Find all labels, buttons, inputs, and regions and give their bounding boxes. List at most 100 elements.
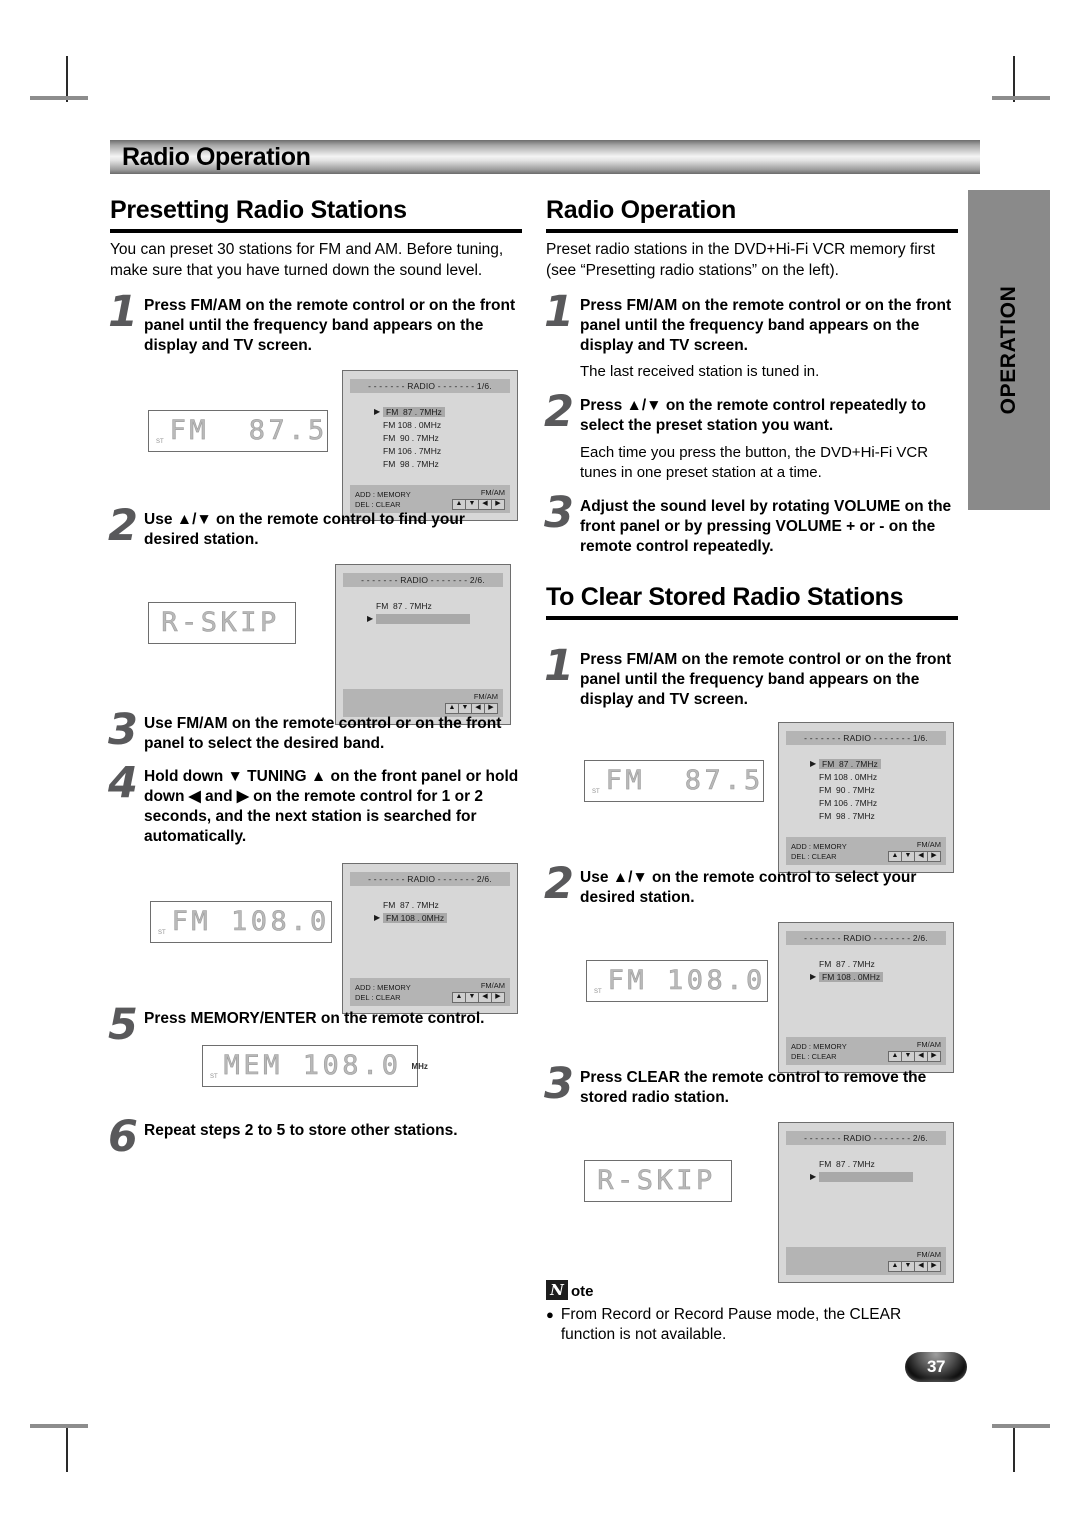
osd-station-row[interactable]: ▶ — [343, 612, 503, 625]
osd-station-list: FM 87 . 7MHz ▶ — [786, 1157, 946, 1241]
osd-station-row[interactable]: FM 90 . 7MHz — [350, 431, 510, 444]
vfd-segment-text: R-SKIP — [161, 607, 280, 638]
osd-station-row[interactable]: FM 98 . 7MHz — [786, 809, 946, 822]
osd-station-freq: FM 106 . 7MHz — [383, 445, 442, 456]
osd-station-row[interactable]: ▶ FM 87 . 7MHz — [786, 757, 946, 770]
right-step-2-note: Each time you press the button, the DVD+… — [580, 444, 929, 481]
vfd-display-mem-108-0: ST MEM 108.0 MHz — [202, 1045, 428, 1087]
osd-station-row[interactable]: FM 87 . 7MHz — [343, 599, 503, 612]
step-text: Press MEMORY/ENTER on the remote control… — [144, 1010, 485, 1027]
bullet-icon: ● — [546, 1307, 554, 1322]
osd-station-row[interactable]: FM 108 . 0MHz — [350, 418, 510, 431]
osd-footer-right: FM/AM ▲ ▼ ◀ ▶ — [452, 981, 505, 1003]
left-arrow-icon[interactable]: ◀ — [471, 703, 485, 714]
section-tab-operation: OPERATION — [968, 190, 1050, 510]
down-arrow-icon[interactable]: ▼ — [458, 703, 472, 714]
osd-station-row[interactable]: ▶ FM 108 . 0MHz — [350, 911, 510, 924]
osd-station-freq: FM 90 . 7MHz — [819, 784, 875, 795]
osd-station-row[interactable]: FM 90 . 7MHz — [786, 783, 946, 796]
vfd-display-fm-108-0: ST FM 108.0 — [150, 901, 332, 943]
right-arrow-icon[interactable]: ▶ — [927, 1261, 941, 1272]
osd-footer-right: FM/AM ▲ ▼ ◀ ▶ — [452, 488, 505, 510]
osd-del-hint: DEL : CLEAR — [791, 852, 837, 861]
osd-frame: - - - - - - - RADIO - - - - - - - 1/6. ▶… — [342, 370, 518, 521]
osd-station-row[interactable]: FM 87 . 7MHz — [786, 1157, 946, 1170]
vfd-segment-text: FM 108.0 — [607, 965, 766, 996]
down-arrow-icon[interactable]: ▼ — [901, 1261, 915, 1272]
up-arrow-icon[interactable]: ▲ — [452, 992, 466, 1003]
crop-mark-bottom-left — [66, 1426, 68, 1472]
osd-title: - - - - - - - RADIO - - - - - - - 2/6. — [343, 573, 503, 587]
osd-station-freq: FM 90 . 7MHz — [383, 432, 439, 443]
vfd-segment-text: FM 87.5 — [605, 765, 764, 796]
osd-del-hint: DEL : CLEAR — [355, 500, 401, 509]
osd-station-row[interactable]: FM 108 . 0MHz — [786, 770, 946, 783]
right-arrow-icon[interactable]: ▶ — [491, 992, 505, 1003]
up-arrow-icon[interactable]: ▲ — [888, 1051, 902, 1062]
osd-footer-right: FM/AM ▲ ▼ ◀ ▶ — [445, 692, 498, 714]
right-intro-paragraph: Preset radio stations in the DVD+Hi-Fi V… — [546, 241, 935, 279]
left-section-heading: Presetting Radio Stations — [110, 196, 522, 233]
osd-footer: ADD : MEMORY DEL : CLEAR FM/AM ▲ ▼ ◀ ▶ — [786, 1037, 946, 1065]
clear-step-2: 2 Use ▲/▼ on the remote control to selec… — [544, 863, 958, 908]
step-text: Press FM/AM on the remote control or on … — [580, 297, 952, 354]
osd-footer: ADD : MEMORY DEL : CLEAR FM/AM ▲ ▼ ◀ ▶ — [350, 978, 510, 1006]
left-arrow-icon[interactable]: ◀ — [914, 851, 928, 862]
right-arrow-icon[interactable]: ▶ — [491, 499, 505, 510]
osd-fmam-label: FM/AM — [916, 1250, 941, 1259]
step-text: Use ▲/▼ on the remote control to find yo… — [144, 511, 465, 548]
osd-station-row[interactable]: ▶ FM 87 . 7MHz — [350, 405, 510, 418]
down-arrow-icon[interactable]: ▼ — [901, 851, 915, 862]
osd-footer: ADD : MEMORY DEL : CLEAR FM/AM ▲ ▼ ◀ ▶ — [786, 837, 946, 865]
osd-station-freq: FM 87 . 7MHz — [819, 1158, 875, 1169]
step-text: Repeat steps 2 to 5 to store other stati… — [144, 1122, 458, 1139]
osd-station-row[interactable]: FM 87 . 7MHz — [350, 898, 510, 911]
left-arrow-icon[interactable]: ◀ — [914, 1261, 928, 1272]
right-arrow-icon[interactable]: ▶ — [484, 703, 498, 714]
step-number: 1 — [544, 641, 574, 691]
osd-dpad-group: ▲ ▼ ◀ ▶ — [452, 992, 505, 1003]
osd-station-row[interactable]: FM 106 . 7MHz — [786, 796, 946, 809]
vfd-mhz-indicator: MHz — [411, 1061, 428, 1071]
left-arrow-icon[interactable]: ◀ — [914, 1051, 928, 1062]
left-arrow-icon[interactable]: ◀ — [478, 499, 492, 510]
cursor-icon: ▶ — [367, 613, 374, 623]
osd-station-row[interactable]: FM 106 . 7MHz — [350, 444, 510, 457]
osd-station-row[interactable]: FM 98 . 7MHz — [350, 457, 510, 470]
note-n-icon: N — [546, 1280, 568, 1300]
osd-fmam-label: FM/AM — [480, 488, 505, 497]
osd-footer-right: FM/AM ▲ ▼ ◀ ▶ — [888, 1250, 941, 1272]
step-number: 1 — [108, 287, 138, 337]
osd-station-freq: FM 87 . 7MHz — [383, 406, 445, 417]
step-number: 2 — [544, 387, 574, 437]
up-arrow-icon[interactable]: ▲ — [888, 851, 902, 862]
osd-fmam-label: FM/AM — [473, 692, 498, 701]
up-arrow-icon[interactable]: ▲ — [452, 499, 466, 510]
up-arrow-icon[interactable]: ▲ — [445, 703, 459, 714]
cursor-icon: ▶ — [374, 912, 381, 922]
section-tab-label: OPERATION — [997, 285, 1020, 415]
page-number-badge: 37 — [905, 1352, 967, 1382]
osd-footer: FM/AM ▲ ▼ ◀ ▶ — [343, 689, 503, 717]
osd-station-freq: FM 108 . 0MHz — [383, 912, 448, 923]
down-arrow-icon[interactable]: ▼ — [901, 1051, 915, 1062]
vfd-display-fm-108-0-clear: ST FM 108.0 — [586, 960, 768, 1002]
osd-station-row[interactable]: ▶ — [786, 1170, 946, 1183]
crop-mark-bottom-left-h — [30, 1424, 88, 1428]
osd-station-row[interactable]: ▶ FM 108 . 0MHz — [786, 970, 946, 983]
vfd-display-fm-87-5-clear: ST FM 87.5 — [584, 760, 764, 802]
down-arrow-icon[interactable]: ▼ — [465, 499, 479, 510]
right-arrow-icon[interactable]: ▶ — [927, 851, 941, 862]
step-number: 2 — [544, 859, 574, 909]
osd-screen-3: - - - - - - - RADIO - - - - - - - 2/6. F… — [342, 863, 518, 1014]
osd-station-freq: FM 108 . 0MHz — [819, 771, 878, 782]
left-arrow-icon[interactable]: ◀ — [478, 992, 492, 1003]
up-arrow-icon[interactable]: ▲ — [888, 1261, 902, 1272]
right-arrow-icon[interactable]: ▶ — [927, 1051, 941, 1062]
osd-frame: - - - - - - - RADIO - - - - - - - 2/6. F… — [342, 863, 518, 1014]
down-arrow-icon[interactable]: ▼ — [465, 992, 479, 1003]
note-block: N ote ● From Record or Record Pause mode… — [546, 1280, 958, 1345]
clear-step-1: 1 Press FM/AM on the remote control or o… — [544, 645, 958, 710]
osd-station-row[interactable]: FM 87 . 7MHz — [786, 957, 946, 970]
right-step-1-note: The last received station is tuned in. — [580, 363, 820, 380]
